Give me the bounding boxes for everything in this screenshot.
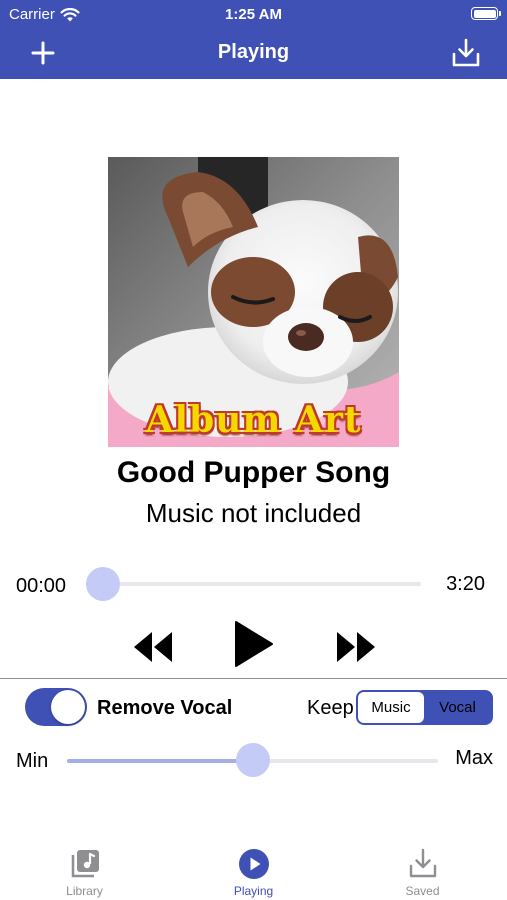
vocal-level-fill bbox=[67, 759, 253, 763]
play-icon[interactable] bbox=[232, 620, 274, 668]
tab-playing[interactable]: Playing bbox=[169, 830, 338, 900]
toggle-knob bbox=[51, 690, 85, 724]
segment-music[interactable]: Music bbox=[358, 692, 424, 723]
keep-label: Keep bbox=[307, 697, 354, 719]
tab-saved-label: Saved bbox=[405, 884, 440, 898]
album-art-caption: Album Art bbox=[145, 399, 362, 441]
navigation-bar: Playing bbox=[0, 28, 507, 79]
play-circle-icon bbox=[239, 849, 269, 879]
vocal-level-thumb[interactable] bbox=[235, 743, 270, 777]
total-duration: 3:20 bbox=[446, 573, 485, 595]
tab-saved[interactable]: Saved bbox=[338, 830, 507, 900]
min-label: Min bbox=[16, 750, 49, 772]
segment-vocal[interactable]: Vocal bbox=[424, 692, 491, 723]
album-art: Album Art bbox=[108, 157, 399, 447]
music-library-icon bbox=[71, 850, 99, 878]
download-icon bbox=[409, 848, 437, 878]
fast-forward-icon[interactable] bbox=[335, 630, 377, 664]
status-time: 1:25 AM bbox=[225, 6, 282, 23]
tab-library[interactable]: Library bbox=[0, 830, 169, 900]
max-label: Max bbox=[455, 747, 493, 769]
song-title: Good Pupper Song bbox=[116, 456, 391, 489]
progress-slider-thumb[interactable] bbox=[86, 567, 120, 601]
song-subtitle: Music not included bbox=[145, 498, 362, 528]
keep-segmented-control: Music Vocal bbox=[356, 690, 493, 725]
tab-bar: Library Playing Saved bbox=[0, 830, 507, 900]
rewind-icon[interactable] bbox=[132, 630, 174, 664]
page-title: Playing bbox=[217, 41, 290, 63]
remove-vocal-label: Remove Vocal bbox=[97, 697, 233, 719]
remove-vocal-toggle[interactable] bbox=[25, 688, 87, 726]
download-icon[interactable] bbox=[451, 37, 481, 69]
elapsed-time: 00:00 bbox=[16, 575, 67, 597]
status-bar: Carrier 1:25 AM bbox=[0, 0, 507, 28]
tab-playing-label: Playing bbox=[233, 884, 274, 898]
divider bbox=[0, 678, 507, 679]
tab-library-label: Library bbox=[66, 884, 103, 898]
progress-track[interactable] bbox=[103, 582, 421, 586]
battery-icon bbox=[471, 7, 501, 20]
